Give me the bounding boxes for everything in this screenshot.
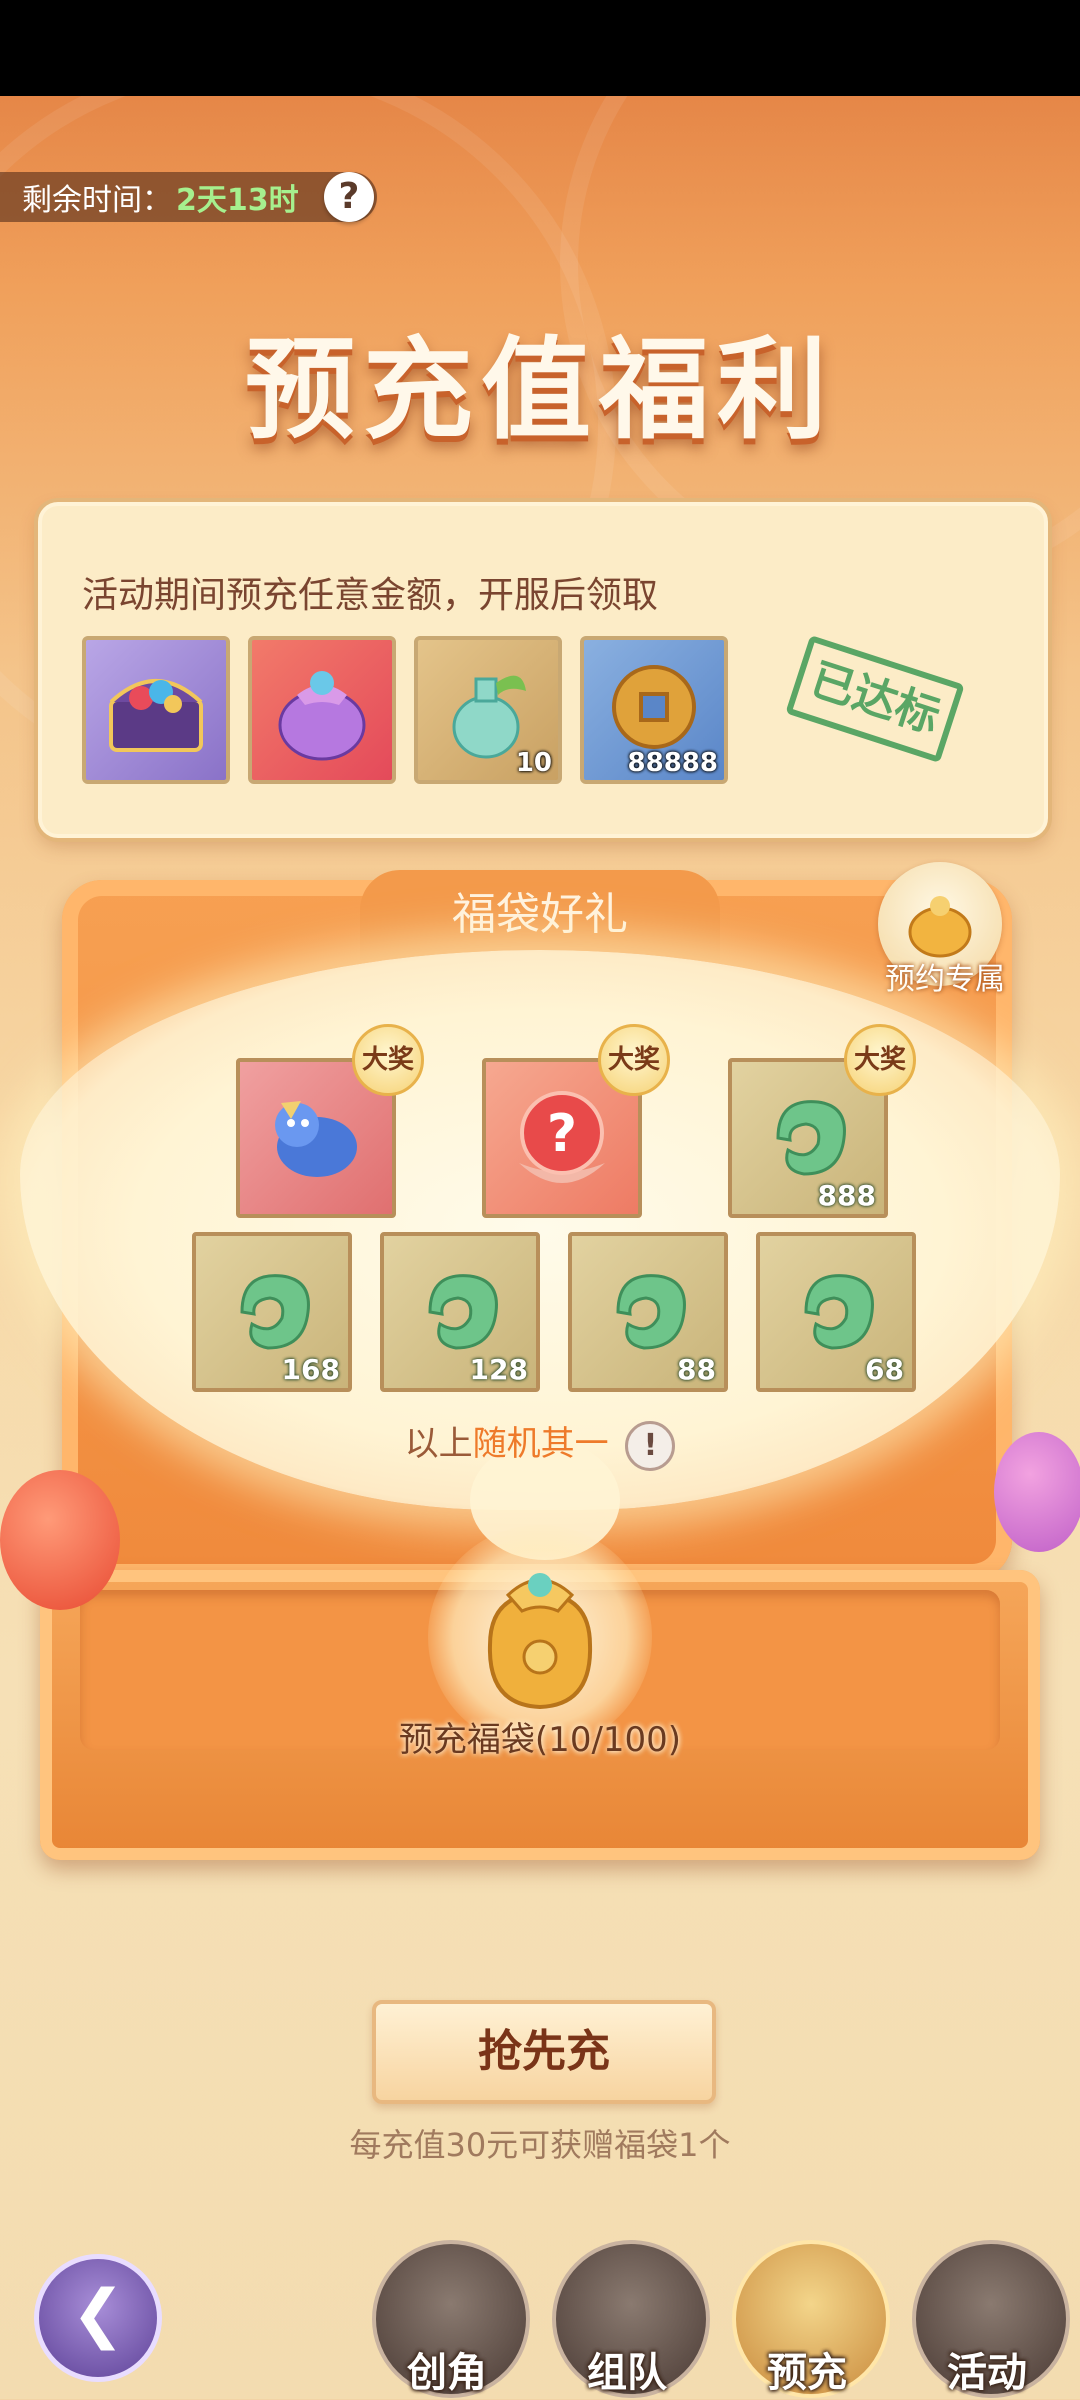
prize-item-jade[interactable]: 68 — [756, 1232, 916, 1392]
achieved-stamp: 已达标 — [785, 634, 965, 764]
reward-item-chest[interactable] — [82, 636, 230, 784]
ice-beast-icon — [275, 1101, 357, 1177]
lucky-bag-title: 福袋好礼 — [360, 870, 720, 960]
info-icon[interactable]: ! — [625, 1420, 676, 1471]
remaining-time-value: 2天13时 — [176, 183, 299, 218]
grand-prize-badge: 大奖 — [352, 1024, 424, 1096]
reward-item-bag[interactable] — [248, 636, 396, 784]
nav-prerecharge-label: 预充 — [767, 2350, 847, 2396]
page-title: 预充值福利 — [245, 325, 835, 454]
prize-qty: 128 — [469, 1353, 528, 1386]
prize-item-jade[interactable]: 168 — [192, 1232, 352, 1392]
random-note: 以上随机其一 ! — [0, 1416, 1080, 1471]
prize-qty: 88 — [677, 1353, 716, 1386]
back-arrow-icon: ❮ — [71, 2277, 125, 2351]
nav-team-label: 组队 — [587, 2350, 667, 2396]
grand-prize-badge: 大奖 — [844, 1024, 916, 1096]
remaining-time-label: 剩余时间： — [22, 183, 172, 218]
prize-qty: 168 — [281, 1353, 340, 1386]
prize-qty: 888 — [817, 1179, 876, 1212]
treasure-chest-icon — [109, 679, 203, 752]
status-bar — [0, 0, 1080, 96]
prerecharge-description: 活动期间预充任意金额，开服后领取 — [82, 575, 659, 616]
back-button[interactable]: ❮ — [34, 2254, 162, 2382]
prize-item-jade[interactable]: 128 — [380, 1232, 540, 1392]
reward-item-potion[interactable]: 10 — [414, 636, 562, 784]
lucky-bag-icon — [278, 671, 366, 761]
prize-qty: 68 — [865, 1353, 904, 1386]
balloon-left — [0, 1470, 120, 1610]
prize-item-jade[interactable]: 88 — [568, 1232, 728, 1392]
svg-text:?: ? — [547, 1104, 577, 1164]
recharge-now-button[interactable]: 抢先充 — [372, 2000, 716, 2104]
nav-activity-label: 活动 — [947, 2350, 1027, 2396]
help-button[interactable]: ? — [324, 172, 374, 222]
remaining-time: 剩余时间： 2天13时 — [0, 172, 377, 222]
nav-create-role-label: 创角 — [407, 2350, 487, 2396]
mystery-orb-icon: ? — [519, 1091, 605, 1183]
prerecharge-card: 活动期间预充任意金额，开服后领取 10 88888 已达标 — [38, 502, 1048, 838]
reward-item-coin[interactable]: 88888 — [580, 636, 728, 784]
recharge-note: 每充值30元可获赠福袋1个 — [349, 2126, 731, 2164]
prerecharge-items: 10 88888 — [82, 636, 728, 784]
random-note-highlight: 随机其一 — [472, 1424, 609, 1464]
reward-item-qty: 88888 — [627, 748, 718, 778]
grand-prize-badge: 大奖 — [598, 1024, 670, 1096]
prerecharge-bag-label: 预充福袋(10/100) — [398, 1720, 682, 1760]
random-note-prefix: 以上 — [404, 1424, 473, 1464]
reserve-exclusive-label: 预约专属 — [885, 962, 1005, 997]
reward-item-qty: 10 — [515, 748, 552, 778]
